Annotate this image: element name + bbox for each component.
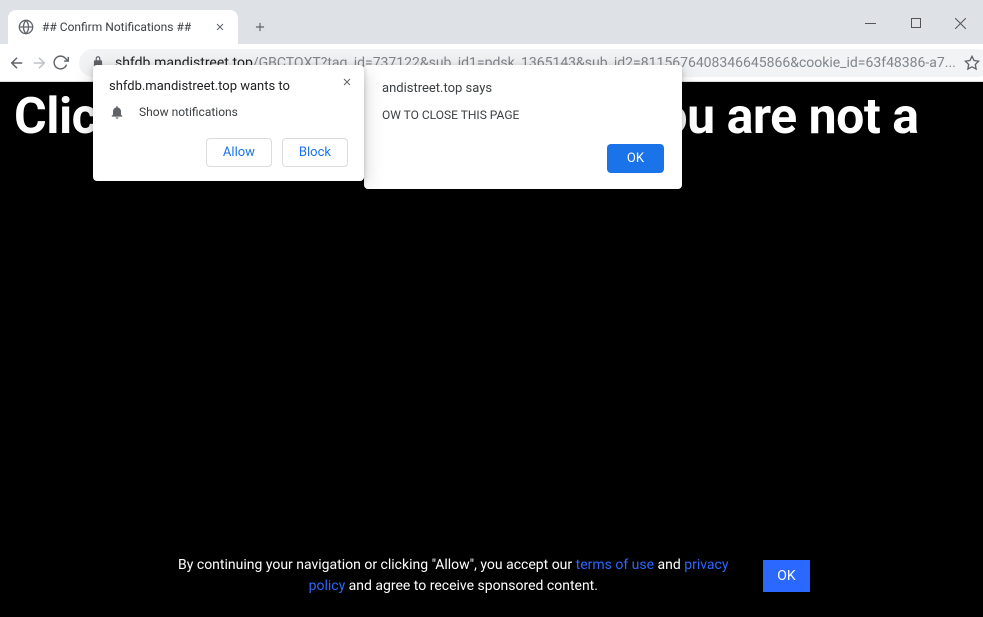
block-button[interactable]: Block: [282, 138, 348, 167]
window-close-button[interactable]: [938, 8, 983, 38]
minimize-button[interactable]: [848, 8, 893, 38]
bell-icon: [109, 104, 125, 120]
cookie-text-prefix: By continuing your navigation or clickin…: [178, 557, 576, 573]
tab-title: ## Confirm Notifications ##: [42, 20, 204, 34]
js-alert-dialog: andistreet.top says OW TO CLOSE THIS PAG…: [364, 65, 682, 189]
globe-icon: [18, 19, 34, 35]
cookie-consent-bar: By continuing your navigation or clickin…: [0, 555, 983, 597]
notification-permission-popup: shfdb.mandistreet.top wants to Show noti…: [93, 65, 364, 181]
allow-button[interactable]: Allow: [206, 138, 272, 167]
cookie-text-suffix: and agree to receive sponsored content.: [345, 578, 598, 594]
forward-button[interactable]: [30, 49, 48, 77]
permission-item-label: Show notifications: [139, 105, 238, 119]
browser-tab[interactable]: ## Confirm Notifications ##: [8, 10, 238, 44]
close-icon[interactable]: [212, 19, 228, 35]
terms-link[interactable]: terms of use: [576, 557, 654, 573]
cookie-ok-button[interactable]: OK: [763, 560, 809, 592]
maximize-button[interactable]: [893, 8, 938, 38]
alert-message: OW TO CLOSE THIS PAGE: [382, 108, 664, 122]
alert-ok-button[interactable]: OK: [607, 144, 664, 173]
new-tab-button[interactable]: [246, 13, 274, 41]
window-controls: [848, 8, 983, 38]
back-button[interactable]: [8, 49, 26, 77]
cookie-text-and: and: [654, 557, 684, 573]
alert-title: andistreet.top says: [382, 81, 664, 96]
reload-button[interactable]: [52, 49, 69, 77]
cookie-consent-text: By continuing your navigation or clickin…: [173, 555, 733, 597]
permission-title: shfdb.mandistreet.top wants to: [109, 79, 348, 94]
window-titlebar: [0, 0, 983, 8]
bookmark-star-icon[interactable]: [964, 55, 980, 71]
close-icon[interactable]: [338, 73, 356, 91]
tab-strip: ## Confirm Notifications ##: [0, 8, 983, 44]
